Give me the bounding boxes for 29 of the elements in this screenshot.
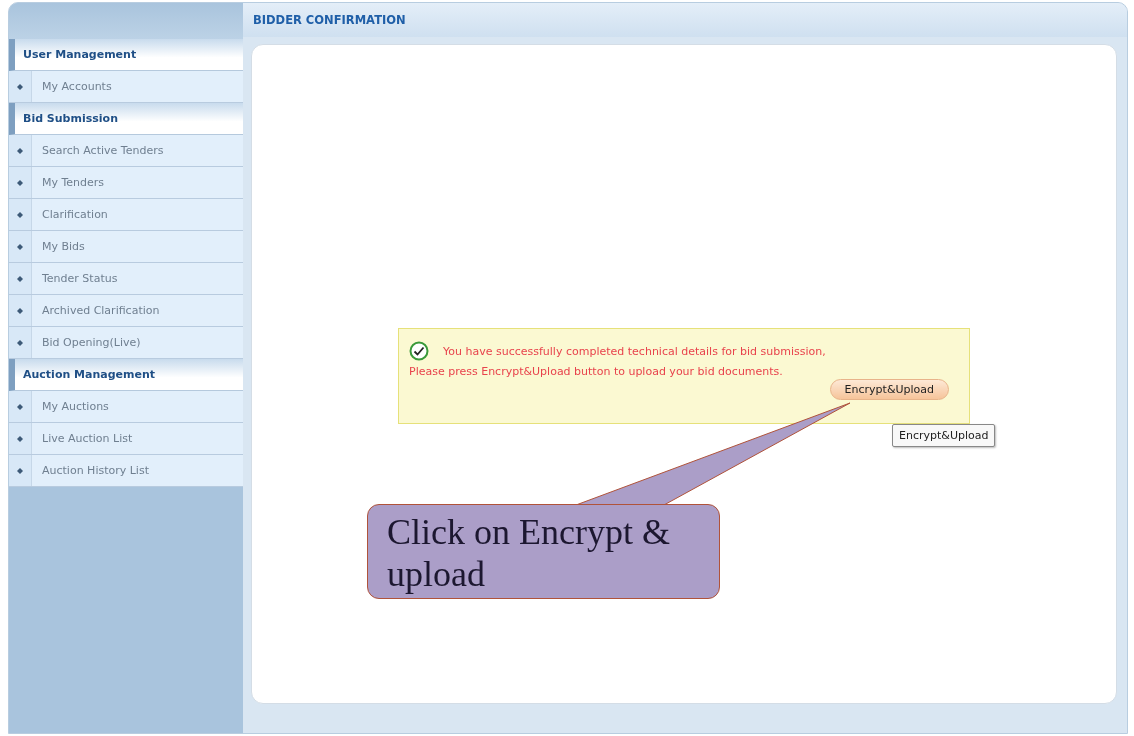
encrypt-upload-button[interactable]: Encrypt&Upload — [829, 379, 949, 400]
check-circle-icon — [409, 341, 429, 361]
sidebar-item[interactable]: My Auctions — [32, 400, 109, 413]
success-message: You have successfully completed technical details for bid submission, — [443, 344, 826, 358]
callout: Click on Encrypt & upload — [367, 504, 720, 599]
sidebar-item[interactable]: Tender Status — [32, 272, 118, 285]
sidebar-section-header: Auction Management — [9, 359, 243, 391]
page-title: BIDDER CONFIRMATION — [243, 3, 1127, 37]
instruction-message: Please press Encrypt&Upload button to upload your bid documents. — [409, 365, 784, 378]
diamond-bullet-icon — [17, 83, 23, 90]
diamond-bullet-icon — [17, 211, 23, 218]
sidebar-item[interactable]: My Bids — [32, 240, 85, 253]
tooltip: Encrypt&Upload — [892, 424, 996, 447]
sidebar-item[interactable]: Clarification — [32, 208, 108, 221]
diamond-bullet-icon — [17, 243, 23, 250]
diamond-bullet-icon — [17, 403, 23, 410]
sidebar-item[interactable]: Live Auction List — [32, 432, 133, 445]
diamond-bullet-icon — [17, 339, 23, 346]
diamond-bullet-icon — [17, 275, 23, 282]
diamond-bullet-icon — [17, 179, 23, 186]
sidebar-item[interactable]: My Tenders — [32, 176, 105, 189]
diamond-bullet-icon — [17, 307, 23, 314]
diamond-bullet-icon — [17, 467, 23, 474]
sidebar-section-header: Bid Submission — [9, 103, 243, 135]
sidebar-item[interactable]: Bid Opening(Live) — [32, 336, 141, 349]
diamond-bullet-icon — [17, 435, 23, 442]
sidebar-item[interactable]: My Accounts — [32, 80, 112, 93]
sidebar-section-header: User Management — [9, 39, 243, 71]
diamond-bullet-icon — [17, 147, 23, 154]
